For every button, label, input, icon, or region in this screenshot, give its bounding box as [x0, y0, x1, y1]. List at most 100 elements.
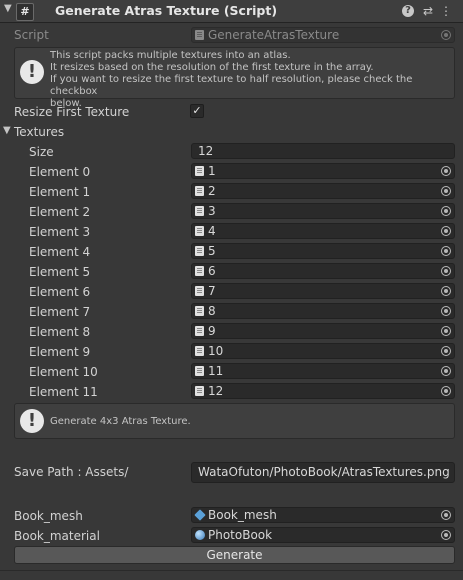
object-picker-icon[interactable]: [441, 226, 451, 236]
element-texture-field[interactable]: 3: [191, 203, 455, 219]
element-label: Element 2: [29, 205, 91, 219]
book-mesh-field[interactable]: Book_mesh: [191, 507, 455, 523]
texture-icon: [195, 206, 204, 216]
element-texture-field[interactable]: 1: [191, 163, 455, 179]
texture-icon: [195, 266, 204, 276]
material-icon: [195, 530, 205, 540]
foldout-arrow-icon[interactable]: ▼: [4, 3, 12, 14]
script-asset-icon: [195, 30, 204, 40]
object-picker-icon[interactable]: [441, 306, 451, 316]
object-picker-icon[interactable]: [441, 326, 451, 336]
save-path-label: Save Path : Assets/: [14, 465, 129, 479]
element-value: 1: [208, 164, 216, 178]
element-value: 4: [208, 224, 216, 238]
element-value: 3: [208, 204, 216, 218]
info-text: This script packs multiple textures into…: [50, 50, 452, 110]
texture-icon: [195, 186, 204, 196]
element-value: 12: [208, 384, 224, 398]
book-material-label: Book_material: [14, 529, 100, 543]
script-label: Script: [14, 28, 49, 42]
object-picker-icon[interactable]: [441, 166, 451, 176]
element-texture-field[interactable]: 2: [191, 183, 455, 199]
script-value: GenerateAtrasTexture: [208, 28, 340, 42]
element-texture-field[interactable]: 12: [191, 383, 455, 399]
resize-first-label: Resize First Texture: [14, 105, 130, 119]
element-value: 7: [208, 284, 216, 298]
object-picker-icon[interactable]: [441, 386, 451, 396]
book-material-value: PhotoBook: [208, 528, 273, 542]
texture-icon: [195, 386, 204, 396]
divider: [0, 570, 463, 571]
size-label: Size: [29, 145, 54, 159]
element-texture-field[interactable]: 9: [191, 323, 455, 339]
object-picker-icon[interactable]: [441, 246, 451, 256]
save-path-input[interactable]: WataOfuton/PhotoBook/AtrasTextures.png: [191, 462, 455, 483]
element-texture-field[interactable]: 4: [191, 223, 455, 239]
texture-icon: [195, 286, 204, 296]
book-material-field[interactable]: PhotoBook: [191, 527, 455, 543]
element-label: Element 5: [29, 265, 91, 279]
element-label: Element 11: [29, 385, 98, 399]
object-picker-icon[interactable]: [441, 266, 451, 276]
element-label: Element 10: [29, 365, 98, 379]
info-line: This script packs multiple textures into…: [50, 50, 291, 61]
element-label: Element 8: [29, 325, 91, 339]
texture-icon: [195, 326, 204, 336]
object-picker-icon[interactable]: [441, 510, 451, 520]
element-label: Element 4: [29, 245, 91, 259]
save-path-value: WataOfuton/PhotoBook/AtrasTextures.png: [198, 465, 450, 479]
help-icon[interactable]: ?: [402, 5, 414, 17]
element-texture-field[interactable]: 8: [191, 303, 455, 319]
component-header[interactable]: ▼ # Generate Atras Texture (Script) ? ⇄ …: [0, 0, 463, 23]
warning-icon: !: [20, 409, 44, 433]
resize-first-checkbox[interactable]: ✓: [190, 104, 204, 118]
generate-button[interactable]: Generate: [14, 546, 455, 564]
texture-icon: [195, 306, 204, 316]
info-line: It resizes based on the resolution of th…: [50, 62, 374, 73]
element-value: 8: [208, 304, 216, 318]
generate-info-text: Generate 4x3 Atras Texture.: [50, 416, 191, 427]
element-value: 10: [208, 344, 224, 358]
texture-icon: [195, 346, 204, 356]
info-helpbox: ! This script packs multiple textures in…: [14, 47, 455, 109]
element-texture-field[interactable]: 5: [191, 243, 455, 259]
element-value: 2: [208, 184, 216, 198]
texture-icon: [195, 246, 204, 256]
object-picker-icon[interactable]: [441, 346, 451, 356]
script-icon: #: [16, 3, 34, 21]
element-label: Element 6: [29, 285, 91, 299]
component-title: Generate Atras Texture (Script): [55, 3, 278, 18]
object-picker-icon[interactable]: [441, 186, 451, 196]
element-value: 9: [208, 324, 216, 338]
menu-icon[interactable]: ⋮: [438, 3, 454, 19]
generate-helpbox: ! Generate 4x3 Atras Texture.: [14, 403, 455, 439]
element-value: 6: [208, 264, 216, 278]
element-value: 11: [208, 364, 224, 378]
size-input[interactable]: 12: [191, 143, 455, 159]
object-picker-icon[interactable]: [441, 206, 451, 216]
element-value: 5: [208, 244, 216, 258]
element-texture-field[interactable]: 11: [191, 363, 455, 379]
object-picker-icon: [441, 30, 451, 40]
element-texture-field[interactable]: 10: [191, 343, 455, 359]
textures-foldout-icon[interactable]: ▼: [3, 125, 11, 136]
script-field: GenerateAtrasTexture: [191, 27, 455, 43]
texture-icon: [195, 226, 204, 236]
element-texture-field[interactable]: 6: [191, 263, 455, 279]
element-texture-field[interactable]: 7: [191, 283, 455, 299]
warning-icon: !: [20, 60, 44, 84]
element-label: Element 1: [29, 185, 91, 199]
element-label: Element 3: [29, 225, 91, 239]
object-picker-icon[interactable]: [441, 530, 451, 540]
element-label: Element 7: [29, 305, 91, 319]
object-picker-icon[interactable]: [441, 286, 451, 296]
size-value: 12: [198, 144, 214, 158]
object-picker-icon[interactable]: [441, 366, 451, 376]
book-mesh-value: Book_mesh: [208, 508, 277, 522]
texture-icon: [195, 166, 204, 176]
textures-label[interactable]: Textures: [14, 125, 64, 139]
info-line: If you want to resize the first texture …: [50, 74, 413, 97]
presets-icon[interactable]: ⇄: [420, 3, 436, 19]
element-label: Element 0: [29, 165, 91, 179]
element-label: Element 9: [29, 345, 91, 359]
